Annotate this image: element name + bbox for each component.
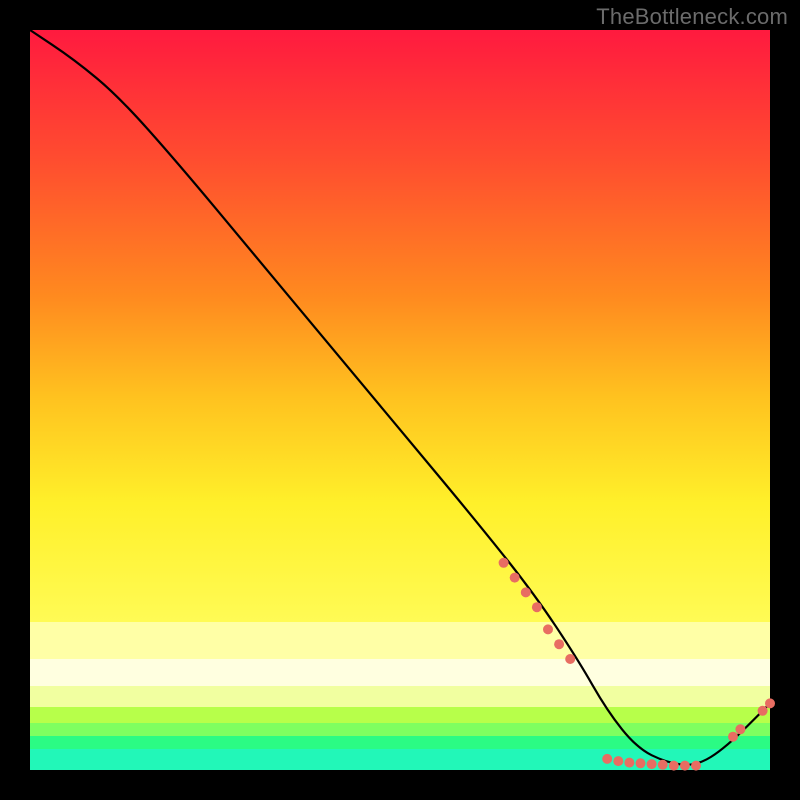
- data-marker: [680, 761, 690, 771]
- data-marker: [565, 654, 575, 664]
- data-marker: [624, 758, 634, 768]
- data-marker: [543, 624, 553, 634]
- curve-markers: [499, 558, 775, 771]
- data-marker: [613, 756, 623, 766]
- curve-layer: [30, 30, 770, 770]
- data-marker: [735, 724, 745, 734]
- plot-area: [30, 30, 770, 770]
- data-marker: [521, 587, 531, 597]
- bottleneck-curve: [30, 30, 770, 765]
- data-marker: [554, 639, 564, 649]
- data-marker: [510, 573, 520, 583]
- data-marker: [765, 698, 775, 708]
- data-marker: [728, 732, 738, 742]
- data-marker: [647, 759, 657, 769]
- data-marker: [758, 706, 768, 716]
- data-marker: [658, 760, 668, 770]
- data-marker: [636, 758, 646, 768]
- watermark-text: TheBottleneck.com: [596, 4, 788, 30]
- data-marker: [669, 761, 679, 771]
- data-marker: [499, 558, 509, 568]
- chart-frame: TheBottleneck.com: [0, 0, 800, 800]
- data-marker: [532, 602, 542, 612]
- data-marker: [691, 761, 701, 771]
- data-marker: [602, 754, 612, 764]
